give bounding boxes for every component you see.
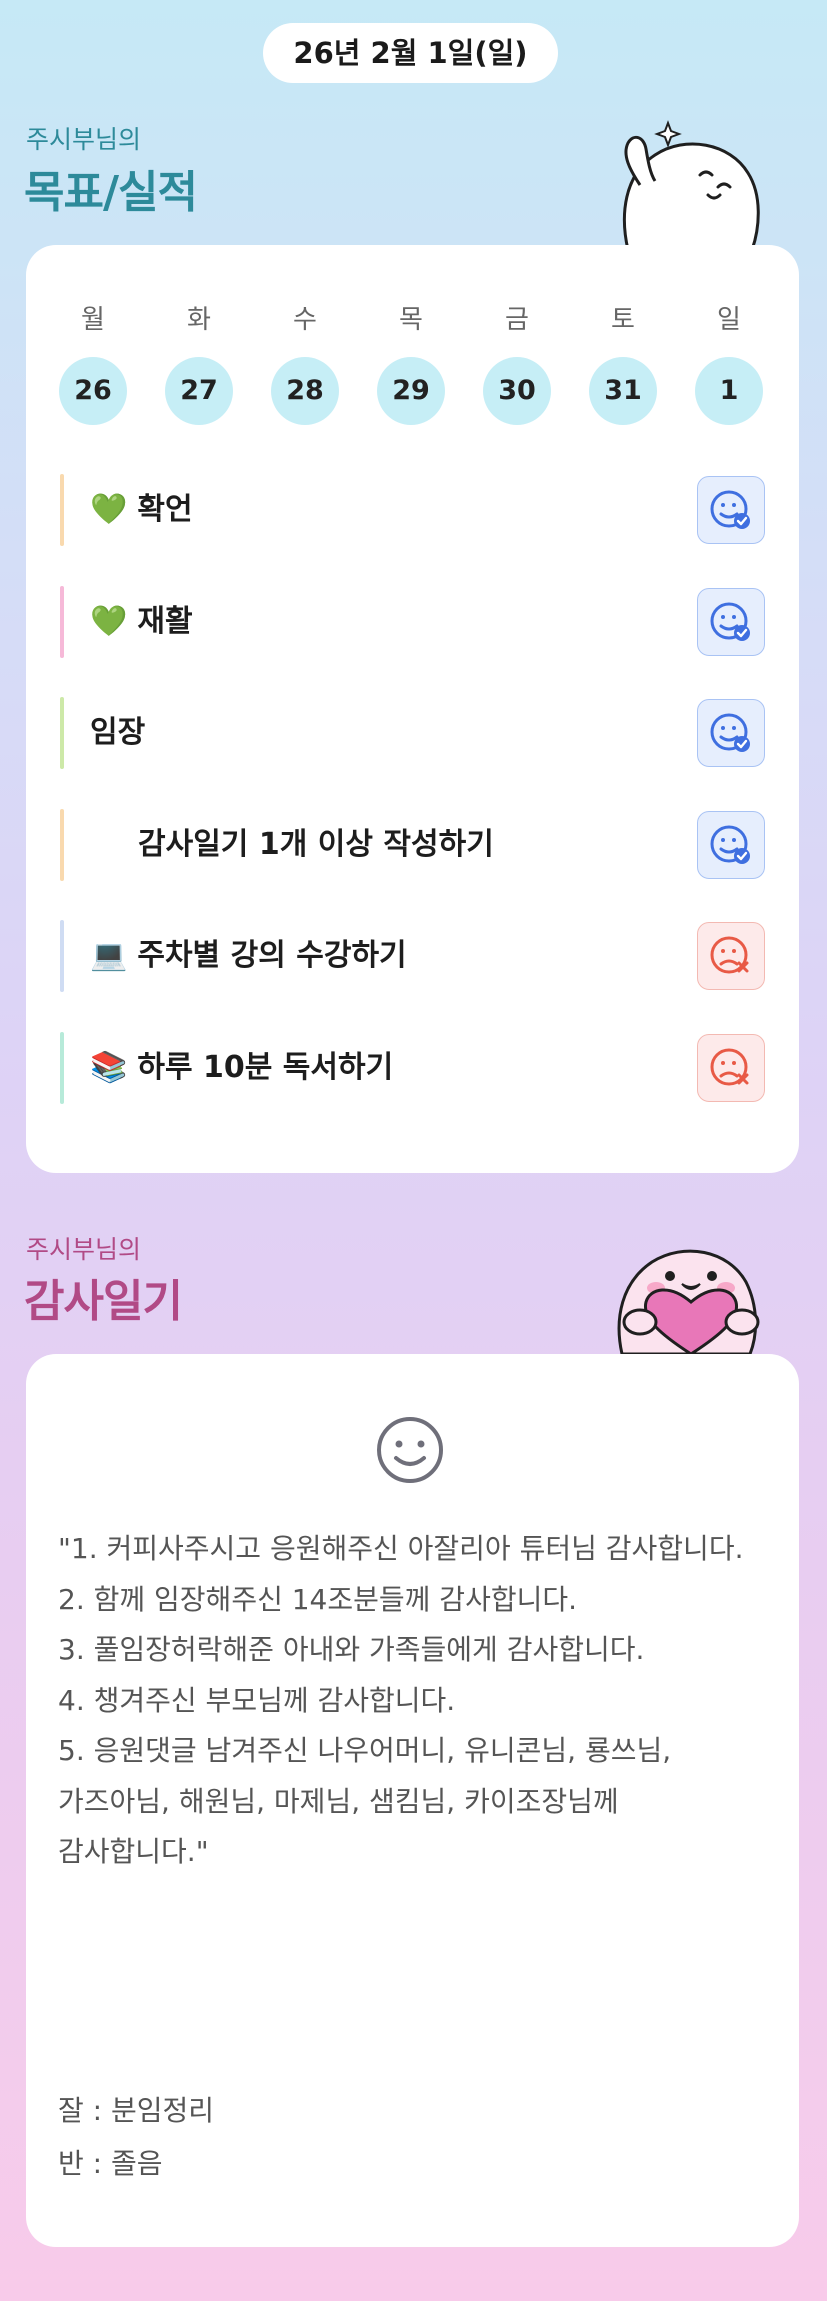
goal-label-text: 재활 xyxy=(137,603,193,639)
smile-check-icon xyxy=(708,599,754,645)
goal-row[interactable]: 임장 xyxy=(60,697,765,769)
goal-color-bar xyxy=(60,808,64,881)
ghost-mascot-illustration xyxy=(622,120,760,250)
weekday-label: 수 xyxy=(293,305,317,335)
goals-card: 월 26 화 27 수 28 목 29 금 30 토 31 일 1 💚 확언 💚 재활 임장 감사일기 1개 이상 … xyxy=(26,245,799,1173)
goals-section-title: 목표/실적 xyxy=(24,167,198,218)
goal-label: 💚 확언 xyxy=(90,474,193,546)
goal-row[interactable]: 💚 재활 xyxy=(60,585,765,658)
day-circle[interactable]: 31 xyxy=(589,357,657,425)
date-pill[interactable]: 26년 2월 1일(일) xyxy=(263,23,558,83)
diary-body-text: "1. 커피사주시고 응원해주신 아잘리아 튜터님 감사합니다. 2. 함께 임… xyxy=(58,1532,744,1868)
weekday-label: 월 xyxy=(81,305,105,335)
goal-label-text: 주차별 강의 수강하기 xyxy=(137,938,407,973)
smile-check-icon xyxy=(708,710,754,756)
goal-row[interactable]: 📚 하루 10분 독서하기 xyxy=(60,1031,765,1104)
day-circle[interactable]: 30 xyxy=(483,357,551,425)
smile-face-icon xyxy=(377,1417,443,1483)
goal-row[interactable]: 감사일기 1개 이상 작성하기 xyxy=(60,808,765,881)
diary-good-label: 잘 : 분임정리 xyxy=(58,2094,215,2127)
pink-mascot-heart-illustration xyxy=(617,1249,760,1354)
goal-emoji-icon: 💚 xyxy=(90,492,128,527)
day-circle[interactable]: 1 xyxy=(695,357,763,425)
goal-done-button[interactable] xyxy=(697,699,765,767)
goal-undone-button[interactable] xyxy=(697,1033,765,1102)
goal-color-bar xyxy=(60,585,64,658)
goal-row[interactable]: 💚 확언 xyxy=(60,474,765,546)
smile-check-icon xyxy=(708,822,754,868)
day-circle[interactable]: 29 xyxy=(377,357,445,425)
day-circle[interactable]: 27 xyxy=(165,357,233,425)
goal-label-text: 하루 10분 독서하기 xyxy=(137,1049,394,1085)
goal-label: 감사일기 1개 이상 작성하기 xyxy=(138,809,494,881)
smile-check-icon xyxy=(708,487,754,533)
weekday-label: 목 xyxy=(399,305,423,335)
day-circle[interactable]: 26 xyxy=(59,357,127,425)
goal-row[interactable]: 💻 주차별 강의 수강하기 xyxy=(60,920,765,992)
diary-section-title: 감사일기 xyxy=(24,1276,183,1327)
goal-emoji-icon: 📚 xyxy=(90,1049,128,1085)
goal-label: 📚 하루 10분 독서하기 xyxy=(90,1032,393,1104)
day-circle[interactable]: 28 xyxy=(271,357,339,425)
goal-label-text: 임장 xyxy=(90,715,146,750)
goal-label-text: 확언 xyxy=(137,492,193,527)
diary-bad-label: 반 : 졸음 xyxy=(58,2147,163,2180)
goal-emoji-icon: 💚 xyxy=(90,603,128,639)
sad-x-icon xyxy=(708,933,754,979)
goal-label: 💚 재활 xyxy=(90,586,193,658)
goal-emoji-icon: 💻 xyxy=(90,938,128,973)
weekday-label: 일 xyxy=(717,305,741,335)
goal-done-button[interactable] xyxy=(697,810,765,879)
goal-color-bar xyxy=(60,474,64,546)
diary-section-subtitle: 주시부님의 xyxy=(26,1235,142,1264)
goals-section-subtitle: 주시부님의 xyxy=(26,125,142,154)
goal-undone-button[interactable] xyxy=(697,922,765,990)
sad-x-icon xyxy=(708,1045,754,1091)
goal-color-bar xyxy=(60,697,64,769)
goal-color-bar xyxy=(60,1031,64,1104)
goal-color-bar xyxy=(60,920,64,992)
goal-done-button[interactable] xyxy=(697,476,765,544)
goal-label-text: 감사일기 1개 이상 작성하기 xyxy=(138,826,494,862)
goal-done-button[interactable] xyxy=(697,587,765,656)
diary-card: "1. 커피사주시고 응원해주신 아잘리아 튜터님 감사합니다. 2. 함께 임… xyxy=(26,1354,799,2247)
goal-label: 💻 주차별 강의 수강하기 xyxy=(90,920,407,992)
weekday-label: 토 xyxy=(611,305,635,335)
weekday-label: 금 xyxy=(505,305,529,335)
weekday-label: 화 xyxy=(187,305,211,335)
diary-reflection: 잘 : 분임정리반 : 졸음 xyxy=(58,2084,768,2190)
goal-label: 임장 xyxy=(90,697,145,769)
